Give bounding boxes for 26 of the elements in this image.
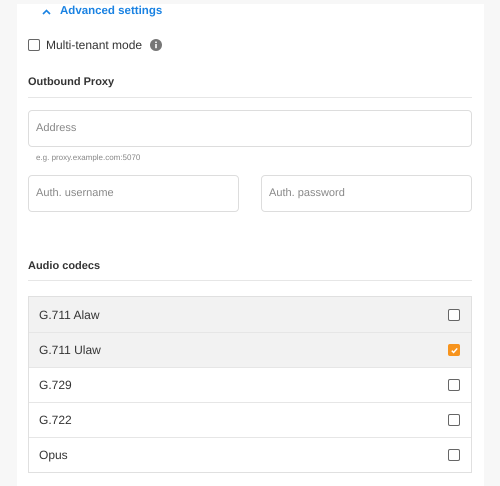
codec-row[interactable]: Opus: [29, 437, 471, 472]
checkbox[interactable]: [448, 379, 460, 391]
codec-label: G.722: [39, 412, 72, 429]
section-heading: Audio codecs: [28, 258, 472, 281]
codec-label: G.711 Ulaw: [39, 342, 101, 359]
checkbox[interactable]: [448, 344, 460, 356]
codec-row[interactable]: G.711 Alaw: [29, 297, 471, 332]
checkbox-label: Multi-tenant mode: [46, 37, 142, 54]
checkbox[interactable]: [448, 414, 460, 426]
field-hint: e.g. proxy.example.com:5070: [36, 152, 142, 164]
checkmark-icon: [450, 346, 458, 354]
checkbox[interactable]: [28, 39, 40, 51]
password-field[interactable]: Auth. password: [261, 174, 472, 212]
codec-row[interactable]: G.711 Ulaw: [29, 332, 471, 367]
codec-label: Opus: [39, 447, 68, 464]
checkbox[interactable]: [448, 449, 460, 461]
advanced-settings-toggle[interactable]: Advanced settings: [42, 4, 162, 20]
codec-label: G.729: [39, 377, 72, 394]
address-field[interactable]: Address: [28, 110, 472, 146]
codec-row[interactable]: G.722: [29, 402, 471, 437]
username-field[interactable]: Auth. username: [28, 174, 239, 212]
checkbox[interactable]: [448, 308, 460, 320]
codec-row[interactable]: G.729: [29, 367, 471, 402]
codec-label: G.711 Alaw: [39, 306, 100, 324]
section-heading: Outbound Proxy: [28, 74, 472, 98]
info-icon: [150, 39, 162, 51]
